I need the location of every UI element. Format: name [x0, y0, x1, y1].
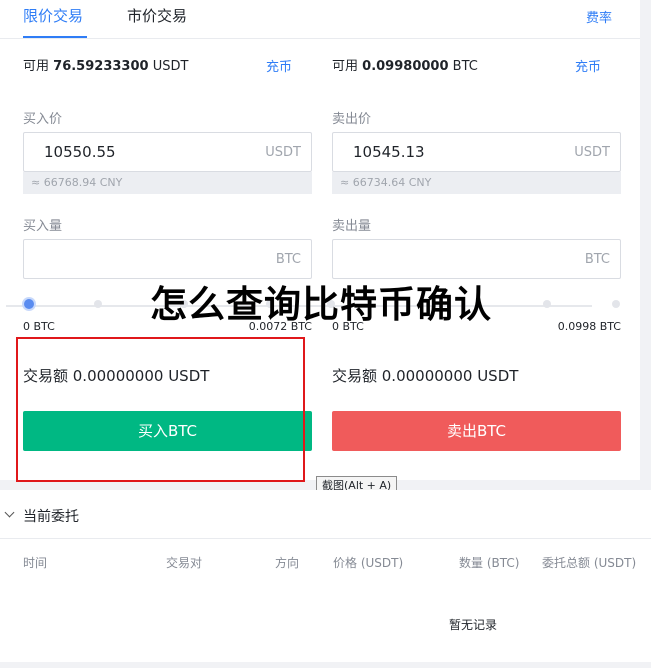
sell-price-value: 10545.13 — [353, 143, 425, 161]
buy-deposit-link[interactable]: 充币 — [266, 56, 292, 75]
empty-orders-message: 暂无记录 — [449, 618, 498, 632]
sell-available: 可用 0.09980000 BTC — [332, 55, 478, 74]
sell-cny-estimate: ≈ 66734.64 CNY — [332, 172, 621, 194]
annotation-frame-buy — [16, 337, 305, 482]
column-header-pair: 交易对 — [166, 556, 203, 570]
buy-slider-step[interactable] — [94, 300, 102, 308]
sell-qty-unit: BTC — [584, 252, 610, 267]
buy-slider-handle[interactable] — [24, 299, 34, 309]
column-header-time: 时间 — [23, 556, 48, 570]
sell-btc-button[interactable]: 卖出BTC — [332, 411, 621, 451]
sell-price-label: 卖出价 — [332, 112, 372, 127]
sell-available-label: 可用 — [332, 59, 359, 74]
sell-qty-label: 卖出量 — [332, 219, 372, 234]
column-header-total: 委托总额 (USDT) — [542, 556, 637, 570]
buy-cny-estimate: ≈ 66768.94 CNY — [23, 172, 312, 194]
current-orders-header[interactable]: 当前委托 — [0, 490, 651, 539]
overlay-title: 怎么查询比特币确认 — [150, 283, 492, 326]
buy-slider-min: 0 BTC — [23, 320, 55, 333]
column-header-direction: 方向 — [275, 556, 300, 570]
column-header-quantity: 数量 (BTC) — [459, 556, 520, 570]
sell-slider-step[interactable] — [612, 300, 620, 308]
sell-deposit-link[interactable]: 充币 — [575, 56, 601, 75]
buy-price-unit: USDT — [265, 145, 301, 160]
sell-slider-max: 0.0998 BTC — [557, 320, 621, 333]
buy-price-label: 买入价 — [23, 112, 63, 127]
current-orders-title: 当前委托 — [23, 509, 79, 525]
sell-slider-step[interactable] — [543, 300, 551, 308]
sell-form: 可用 0.09980000 BTC 充币 卖出价 10545.13 USDT ≈… — [332, 0, 621, 480]
buy-available-unit: USDT — [152, 59, 189, 74]
sell-price-input[interactable]: 10545.13 USDT — [332, 132, 621, 172]
column-header-price: 价格 (USDT) — [333, 556, 404, 570]
buy-price-value: 10550.55 — [44, 143, 116, 161]
buy-available: 可用 76.59233300 USDT — [23, 55, 188, 74]
sell-cny-value: ≈ 66734.64 CNY — [340, 176, 432, 189]
current-orders-panel: 当前委托 时间 交易对 方向 价格 (USDT) 数量 (BTC) 委托总额 (… — [0, 490, 651, 668]
buy-qty-unit: BTC — [275, 252, 301, 267]
buy-qty-input[interactable]: BTC — [23, 239, 312, 279]
chevron-down-icon[interactable] — [4, 507, 15, 518]
sell-trade-amount: 交易额 0.00000000 USDT — [332, 367, 519, 385]
sell-available-value: 0.09980000 — [362, 59, 449, 74]
buy-available-label: 可用 — [23, 59, 50, 74]
buy-available-value: 76.59233300 — [53, 59, 149, 74]
sell-qty-input[interactable]: BTC — [332, 239, 621, 279]
bottom-strip — [0, 662, 651, 668]
sell-available-unit: BTC — [452, 59, 478, 74]
sell-price-unit: USDT — [574, 145, 610, 160]
buy-price-input[interactable]: 10550.55 USDT — [23, 132, 312, 172]
buy-cny-value: ≈ 66768.94 CNY — [31, 176, 123, 189]
buy-qty-label: 买入量 — [23, 219, 63, 234]
